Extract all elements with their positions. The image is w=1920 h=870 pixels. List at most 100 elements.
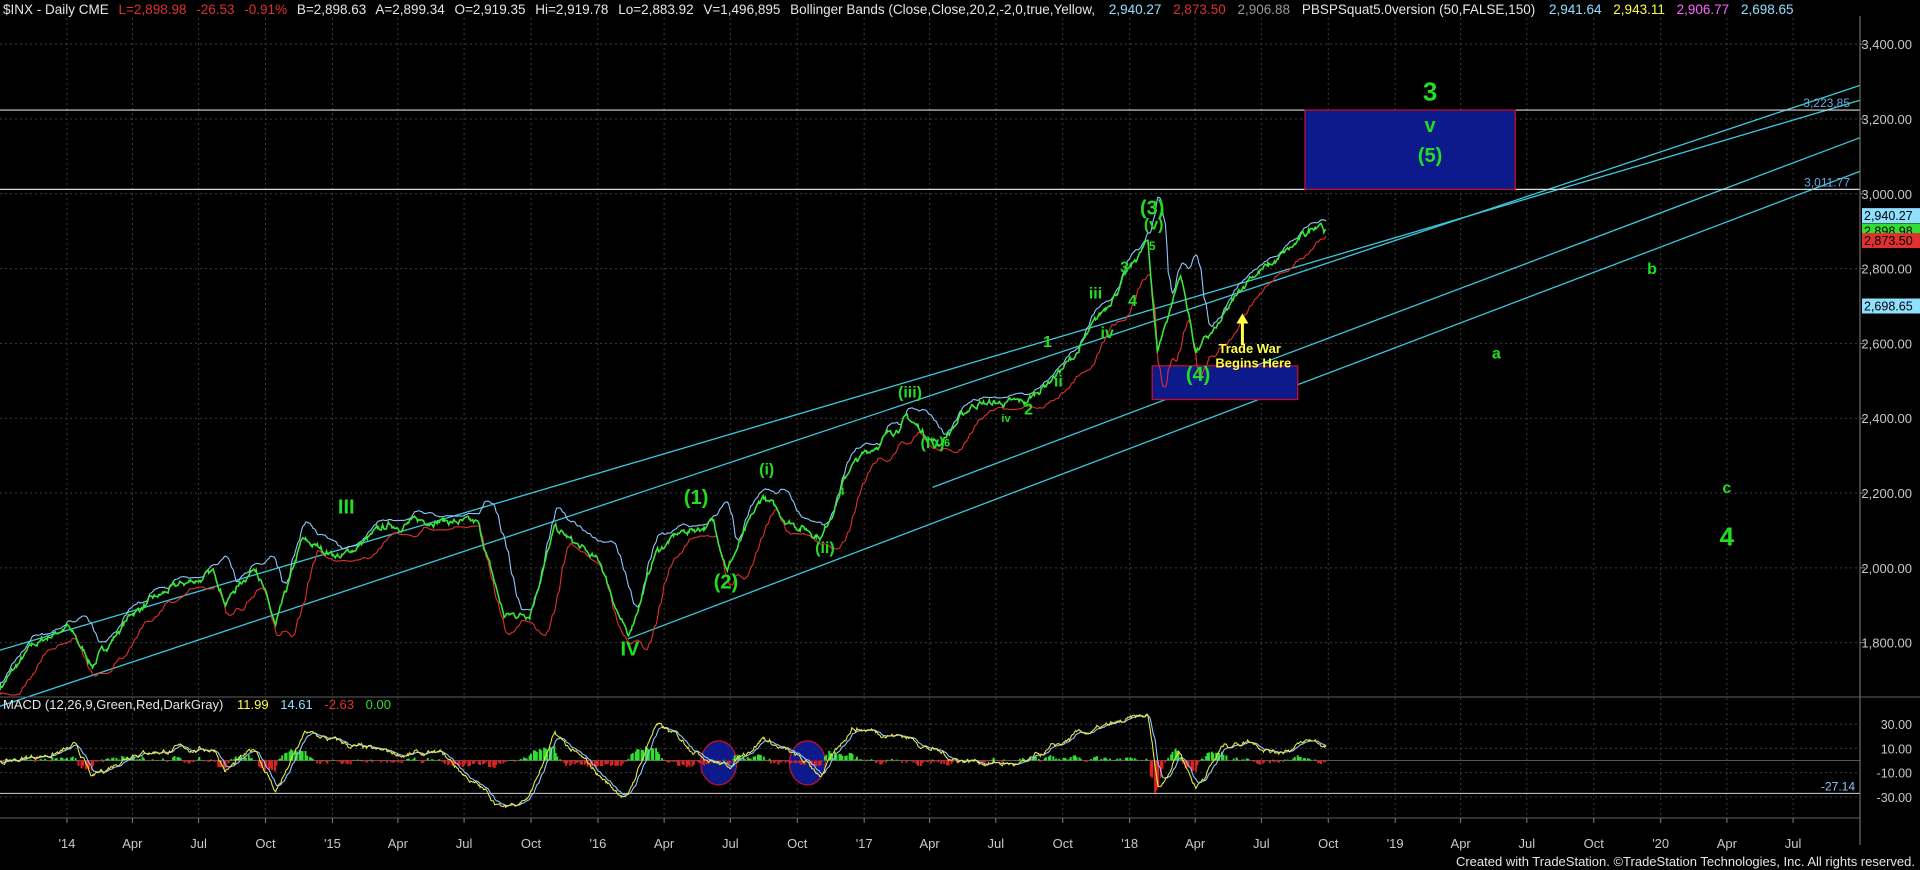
price-tick-label: 2,600.00: [1861, 336, 1912, 351]
wave-label: 5: [1149, 239, 1156, 253]
high-price: Hi=2,919.78: [535, 2, 608, 17]
wave-label: (4): [1186, 364, 1210, 386]
time-tick-label: Apr: [1717, 836, 1738, 851]
bollinger-label: Bollinger Bands (Close,Close,20,2,-2,0,t…: [790, 2, 1095, 17]
ask-price: A=2,899.34: [375, 2, 445, 17]
price-tick-label: 1,800.00: [1861, 636, 1912, 651]
time-tick-label: '20: [1652, 836, 1669, 851]
last-price: L=2,898.98: [119, 2, 187, 17]
bollinger-mid-value: 2,906.88: [1237, 2, 1290, 17]
wave-label: 3: [1423, 76, 1437, 106]
time-tick-label: '15: [324, 836, 341, 851]
time-tick-label: Jul: [722, 836, 739, 851]
wave-label-small: iv: [1001, 413, 1011, 425]
tradestation-chart[interactable]: 3,223.85 3,011.77 III IV (1) (2) (i) (ii) (iii)…: [0, 0, 1920, 870]
time-tick-label: Apr: [654, 836, 675, 851]
wave-label: (3): [1140, 197, 1164, 219]
wave-label: iii: [1089, 286, 1102, 303]
wave-label: c: [1722, 480, 1731, 497]
target-box: [1304, 109, 1516, 191]
low-price: Lo=2,883.92: [618, 2, 693, 17]
time-tick-label: Jul: [1253, 836, 1270, 851]
annotation-text: Trade War: [1219, 341, 1281, 356]
wave-label: 1: [1043, 334, 1052, 351]
volume: V=1,496,895: [703, 2, 780, 17]
level-label: 3,011.77: [1804, 175, 1850, 189]
price-tick-label: 2,000.00: [1861, 561, 1912, 576]
bid-price: B=2,898.63: [297, 2, 366, 17]
price-tick-label: 3,200.00: [1861, 112, 1912, 127]
macd-value: 11.99: [237, 697, 269, 712]
wave-label: v: [1425, 115, 1437, 137]
time-tick-label: Apr: [122, 836, 143, 851]
wave-label: a: [1492, 345, 1501, 362]
time-tick-label: Oct: [1584, 836, 1605, 851]
last-value-text: 2,940.27: [1864, 209, 1913, 223]
time-tick-label: Oct: [787, 836, 808, 851]
time-tick-label: Jul: [1519, 836, 1536, 851]
wave-label: 3: [1120, 259, 1129, 276]
footer-credit: Created with TradeStation. ©TradeStation…: [1456, 854, 1915, 869]
price-tick-label: 2,400.00: [1861, 411, 1912, 426]
macd-diff-value: -2.63: [324, 697, 354, 712]
wave-label: iv: [1100, 325, 1113, 342]
wave-label: III: [338, 497, 355, 519]
macd-signal-value: 14.61: [280, 697, 313, 712]
wave-label: 4: [1720, 521, 1735, 551]
wave-label: (1): [684, 487, 708, 509]
wave-label: (i): [759, 461, 774, 478]
time-tick-label: '16: [589, 836, 606, 851]
wave-label: (iv): [921, 435, 945, 452]
chart-background: [0, 0, 1920, 870]
wave-label: (iii): [898, 385, 922, 402]
wave-label-small: 6: [944, 437, 950, 449]
last-value-text: 2,873.50: [1864, 234, 1913, 248]
bollinger-lower-value: 2,873.50: [1173, 2, 1226, 17]
time-tick-label: Apr: [388, 836, 409, 851]
price-tick-label: 2,200.00: [1861, 486, 1912, 501]
time-tick-label: Apr: [920, 836, 941, 851]
symbol-title: $INX - Daily CME: [3, 2, 109, 17]
macd-zero-value: 0.00: [366, 697, 391, 712]
wave-label: (2): [714, 571, 738, 593]
pbs-value-3: 2,906.77: [1677, 2, 1730, 17]
wave-label-small: 4: [839, 486, 846, 498]
macd-tick-label: -10.00: [1877, 767, 1912, 781]
wave-label: (5): [1418, 145, 1442, 167]
macd-reference-label: -27.14: [1821, 779, 1855, 793]
time-tick-label: Oct: [1053, 836, 1074, 851]
target-box: [1151, 365, 1299, 401]
bollinger-upper-value: 2,940.27: [1109, 2, 1162, 17]
annotation-text: Begins Here: [1215, 356, 1291, 371]
time-tick-label: '18: [1121, 836, 1138, 851]
time-tick-label: '17: [856, 836, 873, 851]
open-price: O=2,919.35: [455, 2, 526, 17]
time-tick-label: Jul: [988, 836, 1005, 851]
macd-tick-label: 30.00: [1881, 718, 1912, 732]
time-tick-label: Oct: [1318, 836, 1339, 851]
time-tick-label: Jul: [1785, 836, 1802, 851]
time-tick-label: Jul: [456, 836, 473, 851]
pbs-value-1: 2,941.64: [1549, 2, 1602, 17]
wave-label: ii: [1054, 373, 1063, 390]
wave-label: (ii): [815, 540, 835, 557]
wave-label: 4: [1128, 293, 1137, 310]
price-tick-label: 3,000.00: [1861, 187, 1912, 202]
price-tick-label: 3,400.00: [1861, 37, 1912, 52]
macd-tick-label: 10.00: [1881, 742, 1912, 756]
time-tick-label: Oct: [521, 836, 542, 851]
time-tick-label: Jul: [190, 836, 207, 851]
pbs-label: PBSPSquat5.0version (50,FALSE,150): [1302, 2, 1535, 17]
net-change: -26.53: [196, 2, 234, 17]
pct-change: -0.91%: [244, 2, 287, 17]
time-tick-label: '19: [1387, 836, 1404, 851]
time-tick-label: Apr: [1185, 836, 1206, 851]
wave-label: IV: [620, 639, 640, 661]
macd-header: MACD (12,26,9,Green,Red,DarkGray) 11.99 …: [3, 697, 391, 712]
wave-label: b: [1647, 261, 1657, 278]
price-tick-label: 2,800.00: [1861, 262, 1912, 277]
pbs-value-2: 2,943.11: [1613, 2, 1665, 17]
macd-tick-label: -30.00: [1877, 791, 1912, 805]
level-label: 3,223.85: [1803, 96, 1850, 110]
last-value-text: 2,698.65: [1864, 300, 1913, 314]
